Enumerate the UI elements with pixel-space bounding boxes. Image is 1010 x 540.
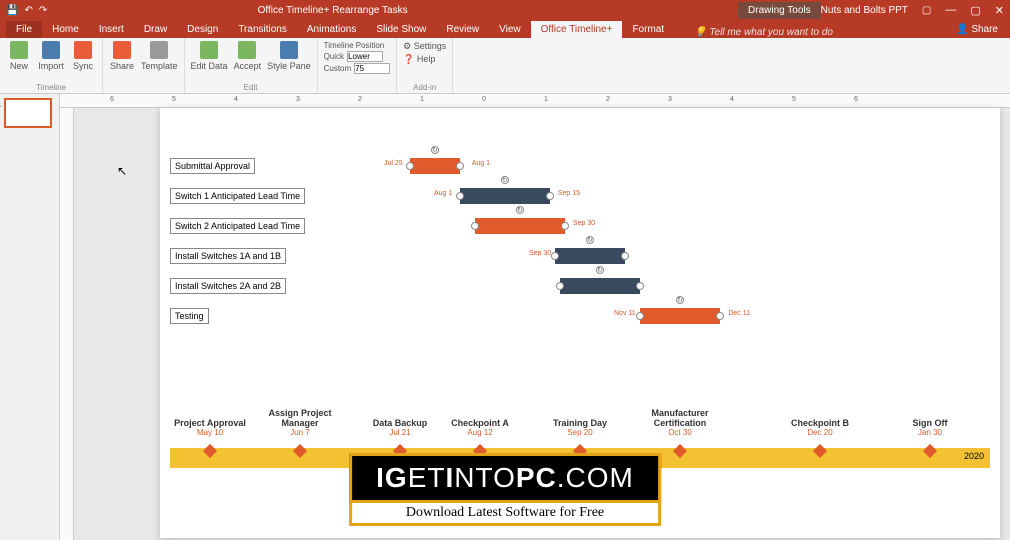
slide-thumbnails-panel: 1 xyxy=(0,94,60,540)
watermark-subtitle: Download Latest Software for Free xyxy=(349,503,661,526)
milestone[interactable]: Sign OffJan 30 xyxy=(885,418,975,450)
rotate-handle-icon[interactable] xyxy=(596,266,604,274)
rotate-handle-icon[interactable] xyxy=(516,206,524,214)
rotate-handle-icon[interactable] xyxy=(586,236,594,244)
milestone[interactable]: Data BackupJul 21 xyxy=(355,418,445,450)
group-label-timeline: Timeline xyxy=(6,83,96,92)
milestone[interactable]: Project ApprovalMay 10 xyxy=(165,418,255,450)
custom-position-input[interactable] xyxy=(354,63,390,74)
slide-thumbnail-1[interactable]: 1 xyxy=(4,98,52,128)
gantt-bar[interactable]: Aug 1Sep 15 xyxy=(460,188,550,204)
ribbon-tabs: File Home Insert Draw Design Transitions… xyxy=(0,20,1010,38)
group-label-edit: Edit xyxy=(191,83,311,92)
watermark-overlay: IGETINTOPC.COM Download Latest Software … xyxy=(349,453,661,526)
rotate-handle-icon[interactable] xyxy=(431,146,439,154)
group-label-addin: Add-in xyxy=(403,83,446,92)
task-label[interactable]: Switch 2 Anticipated Lead Time xyxy=(170,218,305,234)
tab-draw[interactable]: Draw xyxy=(134,21,177,38)
tab-format[interactable]: Format xyxy=(622,21,674,38)
timeline-year-right: 2020 xyxy=(964,451,984,461)
undo-icon[interactable]: ↶ xyxy=(24,5,32,16)
horizontal-ruler: 6543210123456 xyxy=(60,94,1010,108)
gantt-bar[interactable]: Jul 25Aug 1 xyxy=(410,158,460,174)
task-label[interactable]: Submittal Approval xyxy=(170,158,255,174)
task-label[interactable]: Switch 1 Anticipated Lead Time xyxy=(170,188,305,204)
cursor-icon: ↖ xyxy=(117,164,127,178)
rotate-handle-icon[interactable] xyxy=(676,296,684,304)
help-button[interactable]: ❓ Help xyxy=(403,54,435,65)
task-label[interactable]: Install Switches 1A and 1B xyxy=(170,248,286,264)
task-label[interactable]: Testing xyxy=(170,308,209,324)
tab-office-timeline[interactable]: Office Timeline+ xyxy=(531,21,623,38)
gantt-bar[interactable]: Sep 30 xyxy=(555,248,625,264)
contextual-tab-label: Drawing Tools xyxy=(738,2,821,19)
milestone[interactable]: Checkpoint AAug 12 xyxy=(435,418,525,450)
import-button[interactable]: Import xyxy=(38,41,64,71)
title-bar: 💾 ↶ ↷ Office Timeline+ Rearrange Tasks D… xyxy=(0,0,1010,20)
window-title: Office Timeline+ Rearrange Tasks xyxy=(47,5,618,16)
rotate-handle-icon[interactable] xyxy=(501,176,509,184)
tab-transitions[interactable]: Transitions xyxy=(228,21,297,38)
quick-position-input[interactable] xyxy=(347,51,383,62)
ribbon-display-icon[interactable]: ▢ xyxy=(922,5,931,16)
task-label[interactable]: Install Switches 2A and 2B xyxy=(170,278,286,294)
milestone[interactable]: Assign Project ManagerJun 7 xyxy=(255,408,345,450)
timeline-position-label: Timeline Position xyxy=(324,41,385,50)
tab-slideshow[interactable]: Slide Show xyxy=(366,21,436,38)
save-icon[interactable]: 💾 xyxy=(6,5,18,16)
template-button[interactable]: Template xyxy=(141,41,178,71)
sync-button[interactable]: Sync xyxy=(70,41,96,71)
share-timeline-button[interactable]: Share xyxy=(109,41,135,71)
accept-button[interactable]: Accept xyxy=(234,41,262,71)
gantt-bar[interactable]: Sep 30 xyxy=(475,218,565,234)
tab-view[interactable]: View xyxy=(489,21,531,38)
edit-data-button[interactable]: Edit Data xyxy=(191,41,228,71)
redo-icon[interactable]: ↷ xyxy=(39,5,47,16)
tab-design[interactable]: Design xyxy=(177,21,228,38)
maximize-icon[interactable]: ▢ xyxy=(970,4,980,17)
new-timeline-button[interactable]: New xyxy=(6,41,32,71)
milestone[interactable]: Training DaySep 20 xyxy=(535,418,625,450)
gantt-bar[interactable]: Nov 11Dec 11 xyxy=(640,308,720,324)
gantt-bar[interactable] xyxy=(560,278,640,294)
close-icon[interactable]: ✕ xyxy=(995,4,1004,17)
tab-animations[interactable]: Animations xyxy=(297,21,366,38)
ribbon: New Import Sync Timeline Share Template … xyxy=(0,38,1010,94)
tab-home[interactable]: Home xyxy=(42,21,89,38)
tab-file[interactable]: File xyxy=(6,21,42,38)
milestone[interactable]: Manufacturer CertificationOct 30 xyxy=(635,408,725,450)
vertical-ruler xyxy=(60,108,74,540)
settings-button[interactable]: ⚙ Settings xyxy=(403,41,446,52)
minimize-icon[interactable]: — xyxy=(945,4,956,16)
share-button[interactable]: 👤 Share xyxy=(944,21,1010,38)
watermark-title: IGETINTOPC.COM xyxy=(349,453,661,503)
milestone[interactable]: Checkpoint BDec 20 xyxy=(775,418,865,450)
document-name: Nuts and Bolts PPT xyxy=(821,5,908,16)
tell-me-search[interactable]: 💡 Tell me what you want to do xyxy=(674,27,944,38)
tab-review[interactable]: Review xyxy=(436,21,489,38)
style-pane-button[interactable]: Style Pane xyxy=(267,41,311,71)
tab-insert[interactable]: Insert xyxy=(89,21,134,38)
